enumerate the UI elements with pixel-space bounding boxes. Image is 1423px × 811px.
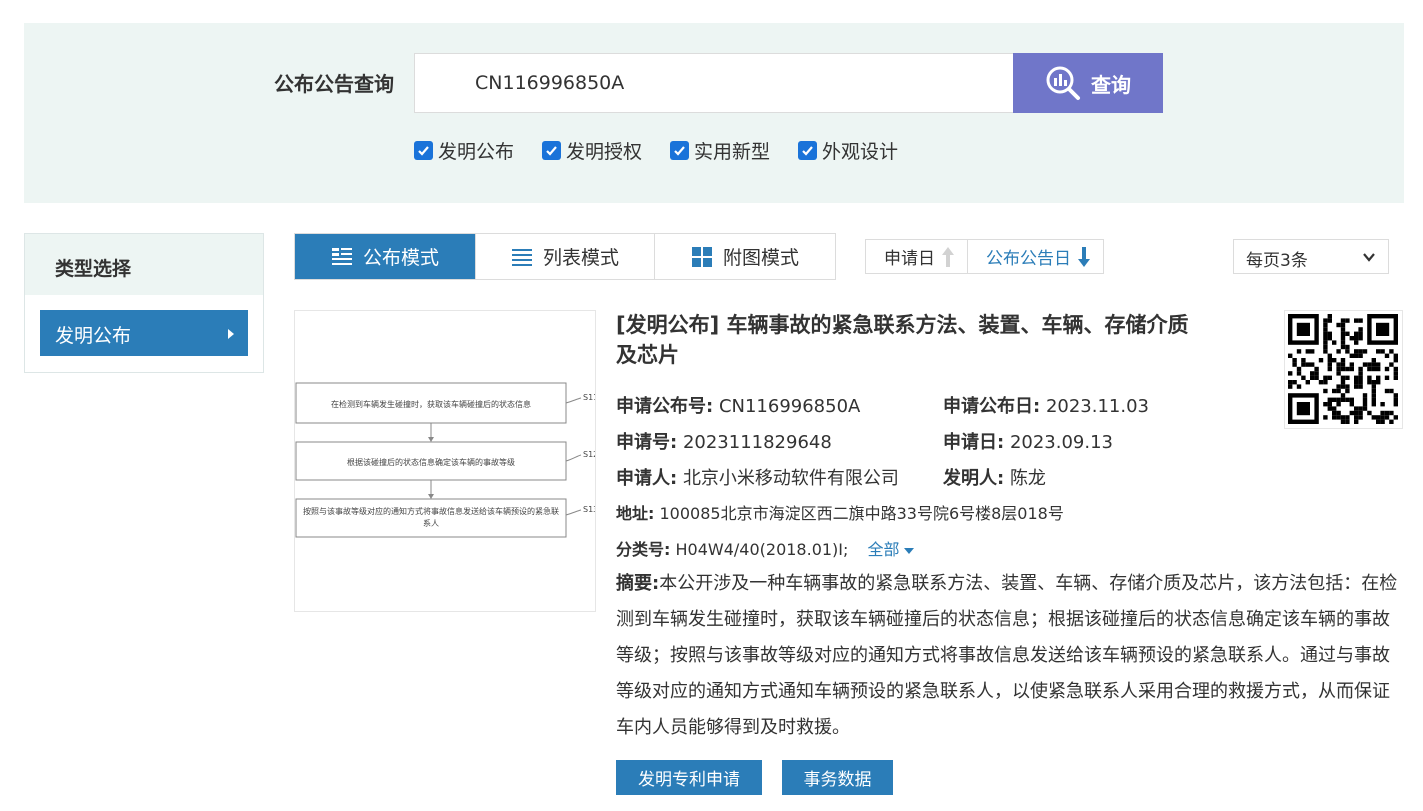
field-label: 发明人: bbox=[943, 468, 1005, 489]
field-label: 地址: bbox=[616, 504, 655, 523]
inventor: 陈龙 bbox=[1009, 468, 1046, 489]
flowchart-step-text: 根据该碰撞后的状态信息确定该车辆的事故等级 bbox=[347, 457, 515, 467]
tab-label: 列表模式 bbox=[542, 247, 619, 269]
invention-application-button[interactable]: 发明专利申请 bbox=[616, 760, 762, 795]
sort-application-date[interactable]: 申请日 bbox=[866, 240, 967, 273]
sort-publication-date[interactable]: 公布公告日 bbox=[967, 240, 1103, 273]
address: 100085北京市海淀区西二旗中路33号院6号楼8层018号 bbox=[659, 504, 1064, 523]
caret-down-icon bbox=[903, 547, 914, 554]
view-mode-tabs: 公布模式 列表模式 附图模式 bbox=[294, 233, 836, 280]
field-label: 申请人: bbox=[616, 468, 678, 489]
arrow-up-icon bbox=[942, 246, 954, 267]
publication-number: CN116996850A bbox=[718, 396, 861, 417]
abstract: 摘要:本公开涉及一种车辆事故的紧急联系方法、装置、车辆、存储介质及芯片，该方法包… bbox=[616, 566, 1401, 746]
search-input[interactable] bbox=[414, 53, 1014, 113]
patent-figure-thumbnail[interactable]: 在检测到车辆发生碰撞时，获取该车辆碰撞后的状态信息 S11 根据该碰撞后的状态信… bbox=[294, 310, 598, 612]
sort-controls: 申请日 公布公告日 bbox=[865, 239, 1104, 274]
search-button-label: 查询 bbox=[1091, 72, 1131, 97]
checkbox-label: 发明公布 bbox=[438, 141, 515, 163]
publication-number-field: 申请公布号: CN116996850A bbox=[616, 392, 860, 418]
patent-title-line: [发明公布] 车辆事故的紧急联系方法、装置、车辆、存储介质 bbox=[616, 313, 1189, 337]
application-date: 2023.09.13 bbox=[1009, 432, 1113, 453]
classification-code: H04W4/40(2018.01)I; bbox=[675, 540, 849, 559]
field-label: 申请日: bbox=[943, 432, 1005, 453]
flowchart-step-text: 在检测到车辆发生碰撞时，获取该车辆碰撞后的状态信息 bbox=[331, 399, 531, 409]
show-all-classes-link[interactable]: 全部 bbox=[868, 540, 914, 559]
checkbox-checked-icon bbox=[798, 141, 818, 160]
sidebar-item-invention-publication[interactable]: 发明公布 bbox=[40, 310, 248, 356]
sidebar-heading: 类型选择 bbox=[25, 234, 263, 295]
checkbox-label: 外观设计 bbox=[822, 141, 899, 163]
flowchart-step-text-line2: 系人 bbox=[423, 518, 439, 528]
field-label: 分类号: bbox=[616, 540, 671, 559]
checkbox-checked-icon bbox=[414, 141, 433, 160]
caret-right-icon bbox=[228, 329, 234, 339]
application-number-field: 申请号: 2023111829648 bbox=[616, 428, 832, 454]
grid-icon bbox=[691, 246, 712, 267]
per-page-value: 每页3条 bbox=[1246, 251, 1308, 271]
tab-figure-mode[interactable]: 附图模式 bbox=[655, 234, 835, 279]
transaction-data-button[interactable]: 事务数据 bbox=[782, 760, 893, 795]
checkbox-utility-model[interactable]: 实用新型 bbox=[670, 137, 770, 164]
flowchart-figure: 在检测到车辆发生碰撞时，获取该车辆碰撞后的状态信息 S11 根据该碰撞后的状态信… bbox=[295, 382, 598, 538]
abstract-label: 摘要: bbox=[616, 573, 660, 594]
search-panel: 公布公告查询 查询 发明公布 发明授权 实用新型 外观设计 bbox=[24, 23, 1404, 203]
publication-mode-icon bbox=[331, 247, 352, 265]
flowchart-step-tag: S11 bbox=[583, 393, 595, 402]
per-page-select[interactable]: 每页3条 bbox=[1233, 239, 1389, 274]
field-label: 申请公布号: bbox=[616, 396, 714, 417]
qr-code-pattern bbox=[1288, 314, 1398, 424]
type-sidebar: 类型选择 发明公布 bbox=[24, 233, 264, 373]
chevron-down-icon bbox=[1363, 253, 1375, 262]
address-field: 地址: 100085北京市海淀区西二旗中路33号院6号楼8层018号 bbox=[616, 500, 1064, 524]
checkbox-design[interactable]: 外观设计 bbox=[798, 137, 898, 164]
type-filter-group: 发明公布 发明授权 实用新型 外观设计 bbox=[414, 137, 898, 164]
checkbox-label: 发明授权 bbox=[566, 141, 643, 163]
application-date-field: 申请日: 2023.09.13 bbox=[943, 428, 1113, 454]
checkbox-label: 实用新型 bbox=[694, 141, 771, 163]
publication-date-field: 申请公布日: 2023.11.03 bbox=[943, 392, 1149, 418]
abstract-text: 本公开涉及一种车辆事故的紧急联系方法、装置、车辆、存储介质及芯片，该方法包括：在… bbox=[616, 573, 1398, 738]
qr-code bbox=[1284, 310, 1403, 429]
field-label: 申请号: bbox=[616, 432, 678, 453]
search-label: 公布公告查询 bbox=[274, 72, 394, 96]
search-chart-icon bbox=[1046, 66, 1080, 100]
checkbox-checked-icon bbox=[670, 141, 690, 160]
classification-field: 分类号: H04W4/40(2018.01)I; 全部 bbox=[616, 536, 914, 560]
arrow-down-icon bbox=[1078, 246, 1090, 267]
tab-publication-mode[interactable]: 公布模式 bbox=[295, 234, 476, 279]
field-label: 申请公布日: bbox=[943, 396, 1041, 417]
application-number: 2023111829648 bbox=[682, 432, 832, 453]
tab-label: 附图模式 bbox=[722, 247, 799, 269]
show-all-label: 全部 bbox=[867, 540, 900, 559]
flowchart-step-tag: S13 bbox=[583, 505, 595, 514]
sidebar-item-label: 发明公布 bbox=[55, 325, 132, 347]
flowchart-step-text: 按照与该事故等级对应的通知方式将事故信息发送给该车辆预设的紧急联 bbox=[303, 506, 559, 516]
applicant: 北京小米移动软件有限公司 bbox=[682, 468, 899, 489]
publication-date: 2023.11.03 bbox=[1045, 396, 1149, 417]
flowchart-step-tag: S12 bbox=[583, 450, 595, 459]
list-icon bbox=[511, 248, 532, 266]
checkbox-invention-grant[interactable]: 发明授权 bbox=[542, 137, 642, 164]
tab-list-mode[interactable]: 列表模式 bbox=[476, 234, 655, 279]
tab-label: 公布模式 bbox=[362, 247, 439, 269]
sort-label: 公布公告日 bbox=[986, 249, 1071, 269]
checkbox-invention-publication[interactable]: 发明公布 bbox=[414, 137, 514, 164]
patent-title[interactable]: [发明公布] 车辆事故的紧急联系方法、装置、车辆、存储介质 及芯片 bbox=[616, 310, 1271, 370]
search-button[interactable]: 查询 bbox=[1013, 53, 1163, 113]
inventor-field: 发明人: 陈龙 bbox=[943, 464, 1046, 490]
applicant-field: 申请人: 北京小米移动软件有限公司 bbox=[616, 464, 899, 490]
sort-label: 申请日 bbox=[884, 249, 935, 269]
checkbox-checked-icon bbox=[542, 141, 562, 160]
patent-title-line: 及芯片 bbox=[616, 343, 679, 367]
